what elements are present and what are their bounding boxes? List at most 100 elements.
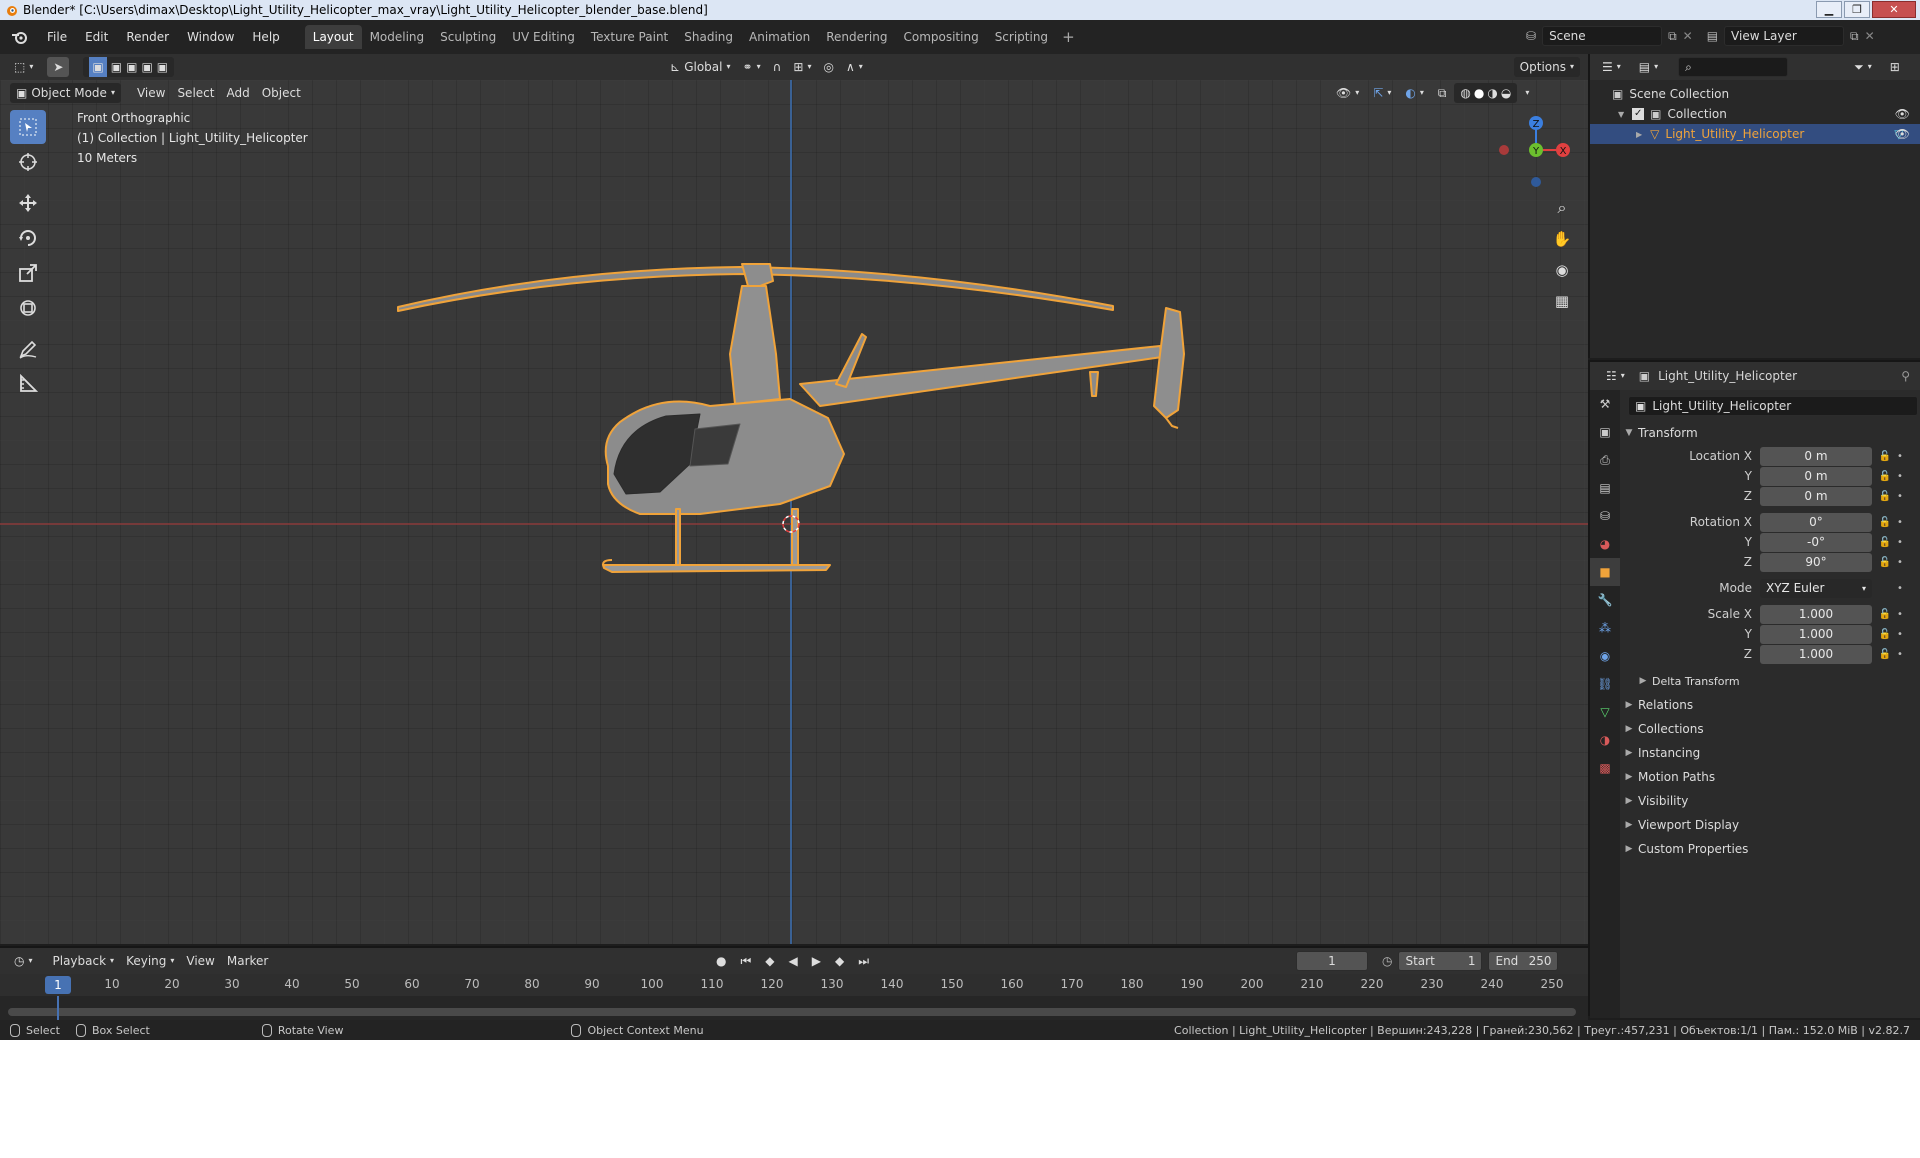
- eye-icon[interactable]: 👁: [1895, 107, 1910, 121]
- blender-menu-icon[interactable]: [10, 29, 30, 45]
- measure-tool[interactable]: [10, 367, 46, 401]
- outliner-search-input[interactable]: ⌕: [1678, 57, 1789, 77]
- tab-shading[interactable]: Shading: [676, 25, 741, 49]
- pivot-point-dropdown[interactable]: ⚭ ▾: [737, 57, 767, 77]
- mode-dropdown[interactable]: ▣ Object Mode ▾: [10, 83, 121, 103]
- tab-material[interactable]: ◑: [1590, 726, 1620, 754]
- keyframe-dot-icon[interactable]: •: [1894, 609, 1906, 620]
- timeline-editor-type[interactable]: ◷ ▾: [8, 951, 39, 971]
- tab-sculpting[interactable]: Sculpting: [432, 25, 504, 49]
- options-dropdown[interactable]: Options ▾: [1513, 57, 1580, 77]
- transform-tool[interactable]: [10, 291, 46, 325]
- tab-data[interactable]: ▽: [1590, 698, 1620, 726]
- menu-help[interactable]: Help: [243, 26, 288, 48]
- scale-y-field[interactable]: 1.000: [1760, 624, 1872, 644]
- material-shading-icon[interactable]: ◑: [1487, 83, 1497, 103]
- tab-uv-editing[interactable]: UV Editing: [504, 25, 583, 49]
- transform-orientation-dropdown[interactable]: ⊾ Global ▾: [664, 57, 736, 77]
- pan-button[interactable]: ✋: [1548, 225, 1576, 253]
- wireframe-shading-icon[interactable]: ◍: [1460, 83, 1470, 103]
- remove-scene-icon[interactable]: ✕: [1683, 29, 1693, 43]
- ortho-toggle-button[interactable]: ▦: [1548, 287, 1576, 315]
- menu-select[interactable]: Select: [171, 83, 220, 103]
- keyframe-dot-icon[interactable]: •: [1894, 517, 1906, 528]
- lock-icon[interactable]: 🔓: [1876, 629, 1894, 640]
- play-reverse-button[interactable]: ◀: [783, 951, 804, 971]
- motion-paths-panel-header[interactable]: ▶ Motion Paths: [1620, 766, 1920, 788]
- select-mode-buttons[interactable]: ▣ ▣ ▣ ▣ ▣: [83, 57, 175, 77]
- mode-subtract-icon[interactable]: ▣: [126, 57, 137, 77]
- minimize-button[interactable]: ▁: [1816, 1, 1842, 18]
- rotate-tool[interactable]: [10, 221, 46, 255]
- collections-panel-header[interactable]: ▶ Collections: [1620, 718, 1920, 740]
- new-collection-button[interactable]: ⊞: [1884, 57, 1906, 77]
- remove-view-layer-icon[interactable]: ✕: [1865, 29, 1875, 43]
- navigation-gizmo[interactable]: Z X Y: [1480, 110, 1588, 200]
- outliner-row-collection[interactable]: ▼ ✓ ▣ Collection 👁: [1590, 104, 1920, 124]
- tab-tool[interactable]: ⚒: [1590, 390, 1620, 418]
- location-x-field[interactable]: 0 m: [1760, 446, 1872, 466]
- keyframe-dot-icon[interactable]: •: [1894, 471, 1906, 482]
- maximize-button[interactable]: ❐: [1844, 1, 1870, 18]
- rotation-z-field[interactable]: 90°: [1760, 552, 1872, 572]
- current-frame-marker[interactable]: 1: [45, 976, 71, 994]
- tab-render[interactable]: ▣: [1590, 418, 1620, 446]
- new-scene-icon[interactable]: ⧉: [1668, 29, 1677, 44]
- visibility-dropdown[interactable]: 👁 ▾: [1330, 83, 1365, 103]
- gizmo-toggle[interactable]: ⇱ ▾: [1367, 83, 1397, 103]
- keyframe-dot-icon[interactable]: •: [1894, 583, 1906, 594]
- menu-keying[interactable]: Keying ▾: [120, 951, 180, 971]
- tab-object[interactable]: ■: [1590, 558, 1620, 586]
- tab-world[interactable]: ◕: [1590, 530, 1620, 558]
- 3d-viewport[interactable]: Front Orthographic (1) Collection | Ligh…: [0, 54, 1588, 944]
- overlay-toggle[interactable]: ◐ ▾: [1399, 83, 1430, 103]
- custom-properties-panel-header[interactable]: ▶ Custom Properties: [1620, 838, 1920, 860]
- keyframe-dot-icon[interactable]: •: [1894, 649, 1906, 660]
- location-y-field[interactable]: 0 m: [1760, 466, 1872, 486]
- lock-icon[interactable]: 🔓: [1876, 537, 1894, 548]
- menu-object[interactable]: Object: [256, 83, 307, 103]
- timeline-scrollbar[interactable]: [8, 1008, 1576, 1016]
- expand-right-icon[interactable]: ▶: [1636, 130, 1642, 139]
- move-tool[interactable]: [10, 186, 46, 220]
- scene-field[interactable]: Scene: [1542, 26, 1663, 46]
- solid-shading-icon[interactable]: ●: [1474, 83, 1484, 103]
- menu-render[interactable]: Render: [117, 26, 178, 48]
- properties-editor-type[interactable]: ☷ ▾: [1600, 366, 1631, 386]
- gizmo-neg-z-icon[interactable]: [1531, 177, 1541, 187]
- pin-icon[interactable]: ⚲: [1901, 369, 1910, 383]
- menu-view[interactable]: View: [131, 83, 171, 103]
- display-mode-dropdown[interactable]: ▤ ▾: [1633, 57, 1664, 77]
- lock-icon[interactable]: 🔓: [1876, 491, 1894, 502]
- menu-add[interactable]: Add: [220, 83, 255, 103]
- tool-select-button[interactable]: ➤: [47, 57, 70, 77]
- relations-panel-header[interactable]: ▶ Relations: [1620, 694, 1920, 716]
- lock-icon[interactable]: 🔓: [1876, 557, 1894, 568]
- tab-particles[interactable]: ⁂: [1590, 614, 1620, 642]
- xray-toggle[interactable]: ⧉: [1432, 83, 1453, 103]
- camera-view-button[interactable]: ◉: [1548, 256, 1576, 284]
- tab-physics[interactable]: ◉: [1590, 642, 1620, 670]
- lock-icon[interactable]: 🔓: [1876, 649, 1894, 660]
- tab-modeling[interactable]: Modeling: [362, 25, 433, 49]
- outliner-row-scene-collection[interactable]: ▣ Scene Collection: [1590, 84, 1920, 104]
- scale-tool[interactable]: [10, 256, 46, 290]
- mode-extend-icon[interactable]: ▣: [111, 57, 122, 77]
- add-workspace-button[interactable]: +: [1056, 28, 1081, 46]
- gizmo-neg-x-icon[interactable]: [1499, 145, 1509, 155]
- prev-keyframe-button[interactable]: ◆: [759, 951, 780, 971]
- view-layer-icon[interactable]: ▤: [1707, 29, 1718, 43]
- editor-type-button[interactable]: ⬚ ▾: [8, 57, 39, 77]
- tab-view-layer[interactable]: ▤: [1590, 474, 1620, 502]
- transform-panel-header[interactable]: ▼ Transform: [1620, 422, 1920, 444]
- scale-x-field[interactable]: 1.000: [1760, 604, 1872, 624]
- tab-texture-paint[interactable]: Texture Paint: [583, 25, 676, 49]
- delta-transform-header[interactable]: ▶ Delta Transform: [1620, 670, 1920, 692]
- play-button[interactable]: ▶: [806, 951, 827, 971]
- mode-invert-icon[interactable]: ▣: [141, 57, 152, 77]
- lock-icon[interactable]: 🔓: [1876, 609, 1894, 620]
- select-box-tool[interactable]: [10, 110, 46, 144]
- rendered-shading-icon[interactable]: ◒: [1501, 83, 1511, 103]
- tab-layout[interactable]: Layout: [304, 25, 362, 49]
- instancing-panel-header[interactable]: ▶ Instancing: [1620, 742, 1920, 764]
